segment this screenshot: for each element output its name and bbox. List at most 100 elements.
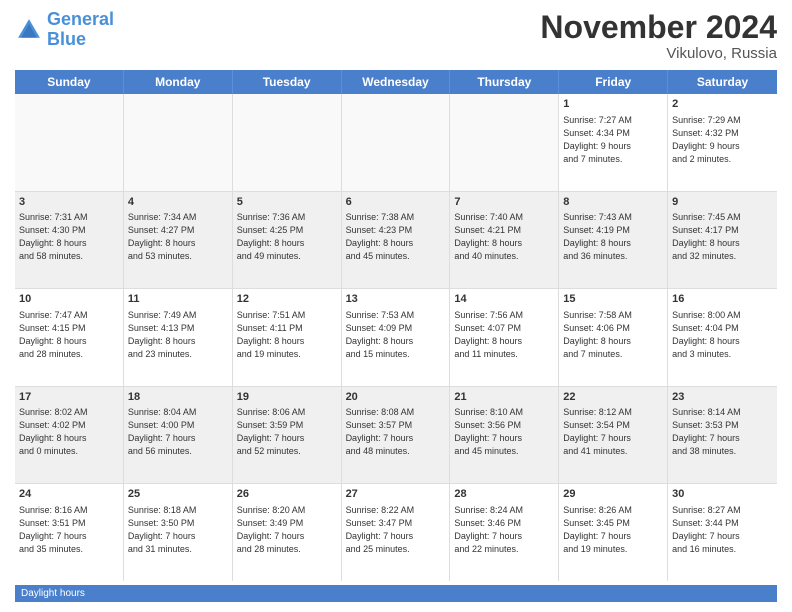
day-info: Sunrise: 8:02 AM Sunset: 4:02 PM Dayligh…: [19, 406, 119, 458]
day-info: Sunrise: 8:08 AM Sunset: 3:57 PM Dayligh…: [346, 406, 446, 458]
day-info: Sunrise: 7:43 AM Sunset: 4:19 PM Dayligh…: [563, 211, 663, 263]
day-number: 6: [346, 195, 446, 210]
day-cell-12: 12 Sunrise: 7:51 AM Sunset: 4:11 PM Dayli…: [233, 289, 342, 386]
empty-cell: [450, 94, 559, 191]
day-info: Sunrise: 8:24 AM Sunset: 3:46 PM Dayligh…: [454, 504, 554, 556]
day-cell-1: 1 Sunrise: 7:27 AM Sunset: 4:34 PM Daylig…: [559, 94, 668, 191]
day-cell-10: 10 Sunrise: 7:47 AM Sunset: 4:15 PM Dayli…: [15, 289, 124, 386]
day-number: 5: [237, 195, 337, 210]
day-cell-29: 29 Sunrise: 8:26 AM Sunset: 3:45 PM Dayli…: [559, 484, 668, 581]
day-number: 1: [563, 97, 663, 112]
day-number: 10: [19, 292, 119, 307]
header-cell-thursday: Thursday: [450, 70, 559, 94]
day-info: Sunrise: 8:26 AM Sunset: 3:45 PM Dayligh…: [563, 504, 663, 556]
week-row-3: 10 Sunrise: 7:47 AM Sunset: 4:15 PM Dayli…: [15, 289, 777, 387]
empty-cell: [342, 94, 451, 191]
day-info: Sunrise: 7:29 AM Sunset: 4:32 PM Dayligh…: [672, 114, 773, 166]
day-number: 16: [672, 292, 773, 307]
day-info: Sunrise: 7:49 AM Sunset: 4:13 PM Dayligh…: [128, 309, 228, 361]
calendar-body: 1 Sunrise: 7:27 AM Sunset: 4:34 PM Daylig…: [15, 94, 777, 581]
day-number: 14: [454, 292, 554, 307]
day-number: 30: [672, 487, 773, 502]
calendar-header: SundayMondayTuesdayWednesdayThursdayFrid…: [15, 70, 777, 94]
day-number: 29: [563, 487, 663, 502]
day-number: 9: [672, 195, 773, 210]
day-info: Sunrise: 8:18 AM Sunset: 3:50 PM Dayligh…: [128, 504, 228, 556]
day-info: Sunrise: 7:47 AM Sunset: 4:15 PM Dayligh…: [19, 309, 119, 361]
week-row-2: 3Sunrise: 7:31 AM Sunset: 4:30 PM Daylig…: [15, 192, 777, 290]
header: General Blue November 2024 Vikulovo, Rus…: [15, 10, 777, 62]
day-cell-20: 20Sunrise: 8:08 AM Sunset: 3:57 PM Dayli…: [342, 387, 451, 484]
day-number: 17: [19, 390, 119, 405]
day-info: Sunrise: 7:40 AM Sunset: 4:21 PM Dayligh…: [454, 211, 554, 263]
empty-cell: [233, 94, 342, 191]
footer-bar: Daylight hours: [15, 585, 777, 602]
day-cell-28: 28 Sunrise: 8:24 AM Sunset: 3:46 PM Dayli…: [450, 484, 559, 581]
day-cell-11: 11 Sunrise: 7:49 AM Sunset: 4:13 PM Dayli…: [124, 289, 233, 386]
day-cell-27: 27 Sunrise: 8:22 AM Sunset: 3:47 PM Dayli…: [342, 484, 451, 581]
day-cell-19: 19Sunrise: 8:06 AM Sunset: 3:59 PM Dayli…: [233, 387, 342, 484]
day-cell-18: 18Sunrise: 8:04 AM Sunset: 4:00 PM Dayli…: [124, 387, 233, 484]
day-info: Sunrise: 7:56 AM Sunset: 4:07 PM Dayligh…: [454, 309, 554, 361]
day-info: Sunrise: 7:51 AM Sunset: 4:11 PM Dayligh…: [237, 309, 337, 361]
day-cell-15: 15 Sunrise: 7:58 AM Sunset: 4:06 PM Dayli…: [559, 289, 668, 386]
title-area: November 2024 Vikulovo, Russia: [540, 10, 777, 62]
month-title: November 2024: [540, 10, 777, 45]
day-info: Sunrise: 7:38 AM Sunset: 4:23 PM Dayligh…: [346, 211, 446, 263]
logo-text: General Blue: [47, 10, 114, 50]
day-number: 8: [563, 195, 663, 210]
day-info: Sunrise: 7:53 AM Sunset: 4:09 PM Dayligh…: [346, 309, 446, 361]
empty-cell: [124, 94, 233, 191]
week-row-1: 1 Sunrise: 7:27 AM Sunset: 4:34 PM Daylig…: [15, 94, 777, 192]
day-cell-5: 5Sunrise: 7:36 AM Sunset: 4:25 PM Daylig…: [233, 192, 342, 289]
day-info: Sunrise: 8:22 AM Sunset: 3:47 PM Dayligh…: [346, 504, 446, 556]
day-cell-3: 3Sunrise: 7:31 AM Sunset: 4:30 PM Daylig…: [15, 192, 124, 289]
day-cell-17: 17Sunrise: 8:02 AM Sunset: 4:02 PM Dayli…: [15, 387, 124, 484]
day-info: Sunrise: 8:20 AM Sunset: 3:49 PM Dayligh…: [237, 504, 337, 556]
day-info: Sunrise: 7:58 AM Sunset: 4:06 PM Dayligh…: [563, 309, 663, 361]
header-cell-wednesday: Wednesday: [342, 70, 451, 94]
day-cell-24: 24Sunrise: 8:16 AM Sunset: 3:51 PM Dayli…: [15, 484, 124, 581]
week-row-4: 17Sunrise: 8:02 AM Sunset: 4:02 PM Dayli…: [15, 387, 777, 485]
day-cell-30: 30Sunrise: 8:27 AM Sunset: 3:44 PM Dayli…: [668, 484, 777, 581]
day-info: Sunrise: 7:27 AM Sunset: 4:34 PM Dayligh…: [563, 114, 663, 166]
day-number: 27: [346, 487, 446, 502]
day-number: 24: [19, 487, 119, 502]
day-number: 25: [128, 487, 228, 502]
day-number: 12: [237, 292, 337, 307]
day-number: 19: [237, 390, 337, 405]
day-number: 2: [672, 97, 773, 112]
day-info: Sunrise: 7:34 AM Sunset: 4:27 PM Dayligh…: [128, 211, 228, 263]
day-cell-7: 7Sunrise: 7:40 AM Sunset: 4:21 PM Daylig…: [450, 192, 559, 289]
day-info: Sunrise: 8:14 AM Sunset: 3:53 PM Dayligh…: [672, 406, 773, 458]
header-cell-friday: Friday: [559, 70, 668, 94]
day-cell-22: 22Sunrise: 8:12 AM Sunset: 3:54 PM Dayli…: [559, 387, 668, 484]
location: Vikulovo, Russia: [540, 45, 777, 62]
page: General Blue November 2024 Vikulovo, Rus…: [0, 0, 792, 612]
day-number: 28: [454, 487, 554, 502]
day-number: 23: [672, 390, 773, 405]
header-cell-saturday: Saturday: [668, 70, 777, 94]
day-cell-13: 13 Sunrise: 7:53 AM Sunset: 4:09 PM Dayli…: [342, 289, 451, 386]
day-info: Sunrise: 7:36 AM Sunset: 4:25 PM Dayligh…: [237, 211, 337, 263]
day-number: 13: [346, 292, 446, 307]
day-cell-26: 26 Sunrise: 8:20 AM Sunset: 3:49 PM Dayli…: [233, 484, 342, 581]
day-cell-25: 25 Sunrise: 8:18 AM Sunset: 3:50 PM Dayli…: [124, 484, 233, 581]
day-info: Sunrise: 7:45 AM Sunset: 4:17 PM Dayligh…: [672, 211, 773, 263]
day-number: 20: [346, 390, 446, 405]
header-cell-sunday: Sunday: [15, 70, 124, 94]
day-info: Sunrise: 8:06 AM Sunset: 3:59 PM Dayligh…: [237, 406, 337, 458]
day-cell-23: 23Sunrise: 8:14 AM Sunset: 3:53 PM Dayli…: [668, 387, 777, 484]
day-number: 22: [563, 390, 663, 405]
day-number: 11: [128, 292, 228, 307]
day-cell-14: 14 Sunrise: 7:56 AM Sunset: 4:07 PM Dayli…: [450, 289, 559, 386]
logo: General Blue: [15, 10, 114, 50]
day-info: Sunrise: 7:31 AM Sunset: 4:30 PM Dayligh…: [19, 211, 119, 263]
day-cell-9: 9Sunrise: 7:45 AM Sunset: 4:17 PM Daylig…: [668, 192, 777, 289]
empty-cell: [15, 94, 124, 191]
day-cell-8: 8Sunrise: 7:43 AM Sunset: 4:19 PM Daylig…: [559, 192, 668, 289]
day-number: 15: [563, 292, 663, 307]
day-number: 26: [237, 487, 337, 502]
day-cell-16: 16Sunrise: 8:00 AM Sunset: 4:04 PM Dayli…: [668, 289, 777, 386]
day-info: Sunrise: 8:10 AM Sunset: 3:56 PM Dayligh…: [454, 406, 554, 458]
